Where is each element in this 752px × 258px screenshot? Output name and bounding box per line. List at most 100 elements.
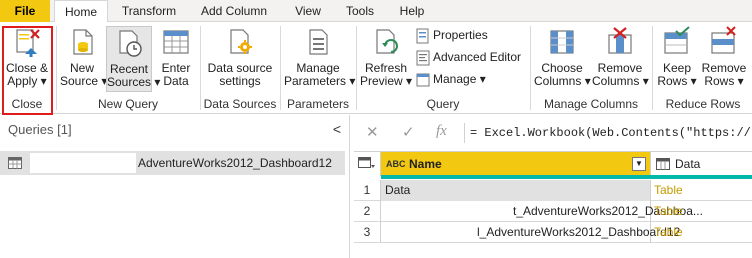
enter-data-button[interactable]: Enter Data <box>156 26 196 88</box>
data-source-settings-button[interactable]: Data source settings <box>204 26 276 88</box>
choose-columns-label-2: Columns ▾ <box>534 74 591 88</box>
table-row[interactable]: 3 l_AdventureWorks2012_Dashboard12 Table <box>354 222 752 243</box>
properties-label: Properties <box>433 28 488 42</box>
formula-text[interactable]: = Excel.Workbook(Web.Contents("https:// … <box>470 126 752 150</box>
recent-sources-button[interactable]: Recent Sources ▾ <box>106 26 161 92</box>
group-label-query: Query <box>426 97 460 111</box>
table-row[interactable]: 1 Data Table <box>354 180 752 201</box>
cancel-formula-button[interactable]: ✕ <box>366 123 379 141</box>
remove-columns-button[interactable]: Remove Columns ▾ <box>592 26 649 88</box>
group-reduce-rows: Keep Rows ▾ Remove Rows ▾ Reduce Rows <box>654 22 752 114</box>
remove-rows-button[interactable]: Remove Rows ▾ <box>700 26 748 88</box>
ribbon: Close & Apply ▾ Close New Source ▾ Recen… <box>0 22 752 114</box>
data-grid: ABC Name ▼ Data 1 Data Table 2 t_Adventu… <box>354 151 752 258</box>
tab-file[interactable]: File <box>0 0 50 22</box>
manage-button[interactable]: Manage ▾ <box>416 70 486 88</box>
column-header-data-label: Data <box>675 157 701 171</box>
data-source-settings-label-2: settings <box>219 74 261 88</box>
group-label-parameters: Parameters <box>286 97 350 111</box>
manage-label: Manage <box>433 72 477 86</box>
row-number: 2 <box>354 201 381 222</box>
fx-icon: fx <box>436 123 447 139</box>
group-query: Refresh Preview ▾ Properties Advanced Ed… <box>358 22 528 114</box>
group-label-manage-columns: Manage Columns <box>543 97 639 111</box>
name-cell-text: Data <box>385 183 411 197</box>
ribbon-separator <box>356 26 357 110</box>
manage-parameters-label-2: Parameters ▾ <box>284 74 356 88</box>
new-source-label-2: Source ▾ <box>60 74 108 88</box>
column-header-name[interactable]: ABC Name ▼ <box>381 152 651 176</box>
grid-header-row: ABC Name ▼ Data <box>354 152 752 176</box>
tab-add-column[interactable]: Add Column <box>190 0 278 22</box>
keep-rows-icon <box>664 26 690 54</box>
table-type-icon <box>656 158 670 170</box>
table-menu-icon <box>358 157 375 168</box>
ribbon-separator <box>200 26 201 110</box>
tab-transform[interactable]: Transform <box>118 0 180 22</box>
manage-parameters-button[interactable]: Manage Parameters ▾ <box>284 26 356 88</box>
table-menu-button[interactable] <box>354 152 381 176</box>
menu-bar: File Home Transform Add Column View Tool… <box>0 0 752 23</box>
redacted-box <box>30 153 136 173</box>
group-label-new-query: New Query <box>97 97 159 111</box>
group-label-reduce-rows: Reduce Rows <box>665 97 741 111</box>
remove-rows-label-2: Rows ▾ <box>704 74 744 88</box>
choose-columns-icon <box>550 30 574 54</box>
queries-pane: Queries [1] < AdventureWorks2012_Dashboa… <box>0 115 350 258</box>
refresh-preview-label-2: Preview ▾ <box>360 74 413 88</box>
data-source-settings-icon <box>230 29 252 54</box>
group-parameters: Manage Parameters ▾ Parameters <box>282 22 356 114</box>
name-cell-text: l_AdventureWorks2012_Dashboard12 <box>477 225 681 239</box>
query-item[interactable]: AdventureWorks2012_Dashboard12 <box>0 151 345 175</box>
tab-home[interactable]: Home <box>54 0 108 23</box>
ribbon-separator <box>652 26 653 110</box>
ribbon-separator <box>56 26 57 110</box>
new-source-button[interactable]: New Source ▾ <box>60 26 108 88</box>
ribbon-separator <box>280 26 281 110</box>
data-cell-table-link[interactable]: Table <box>654 204 683 218</box>
tab-view[interactable]: View <box>288 0 328 22</box>
close-apply-highlight <box>2 26 53 115</box>
group-new-query: New Source ▾ Recent Sources ▾ Enter Data <box>58 22 198 114</box>
recent-sources-label-2: Sources ▾ <box>107 75 161 89</box>
data-cell-table-link[interactable]: Table <box>654 225 683 239</box>
text-type-icon: ABC <box>386 159 406 169</box>
refresh-preview-icon <box>376 29 398 54</box>
manage-parameters-icon <box>309 29 328 55</box>
row-number: 1 <box>354 180 381 201</box>
tab-help[interactable]: Help <box>392 0 432 22</box>
name-cell[interactable]: t_AdventureWorks2012_Dashboa... <box>381 201 703 222</box>
remove-columns-icon <box>608 27 632 54</box>
table-row[interactable]: 2 t_AdventureWorks2012_Dashboa... Table <box>354 201 752 222</box>
ribbon-separator <box>530 26 531 110</box>
commit-formula-button[interactable]: ✓ <box>402 123 415 141</box>
collapse-pane-button[interactable]: < <box>333 121 341 137</box>
name-cell[interactable]: Data <box>381 180 651 201</box>
group-label-data-sources: Data Sources <box>203 97 277 111</box>
properties-button[interactable]: Properties <box>416 26 488 44</box>
filter-dropdown-icon[interactable]: ▼ <box>632 157 646 171</box>
enter-data-icon <box>163 30 189 54</box>
data-cell-table-link[interactable]: Table <box>654 183 683 197</box>
name-cell[interactable]: l_AdventureWorks2012_Dashboard12 <box>381 222 680 243</box>
advanced-editor-button[interactable]: Advanced Editor <box>416 48 521 66</box>
keep-rows-label-2: Rows ▾ <box>657 74 697 88</box>
tab-tools[interactable]: Tools <box>338 0 382 22</box>
remove-columns-label-2: Columns ▾ <box>592 74 649 88</box>
formula-separator <box>464 123 465 143</box>
keep-rows-button[interactable]: Keep Rows ▾ <box>656 26 698 88</box>
group-data-sources: Data source settings Data Sources <box>202 22 278 114</box>
remove-rows-icon <box>711 26 736 54</box>
query-item-name: AdventureWorks2012_Dashboard12 <box>138 156 332 170</box>
row-number: 3 <box>354 222 381 243</box>
formula-bar: ✕ ✓ fx = Excel.Workbook(Web.Contents("ht… <box>352 115 752 151</box>
enter-data-label-2: Data <box>163 74 189 88</box>
queries-header: Queries [1] <box>8 122 72 137</box>
refresh-preview-button[interactable]: Refresh Preview ▾ <box>360 26 412 88</box>
manage-icon <box>416 73 430 87</box>
choose-columns-button[interactable]: Choose Columns ▾ <box>534 26 591 88</box>
column-header-name-label: Name <box>409 157 442 171</box>
column-quality-bar <box>381 175 752 179</box>
properties-icon <box>416 28 429 44</box>
column-header-data[interactable]: Data <box>651 152 752 176</box>
